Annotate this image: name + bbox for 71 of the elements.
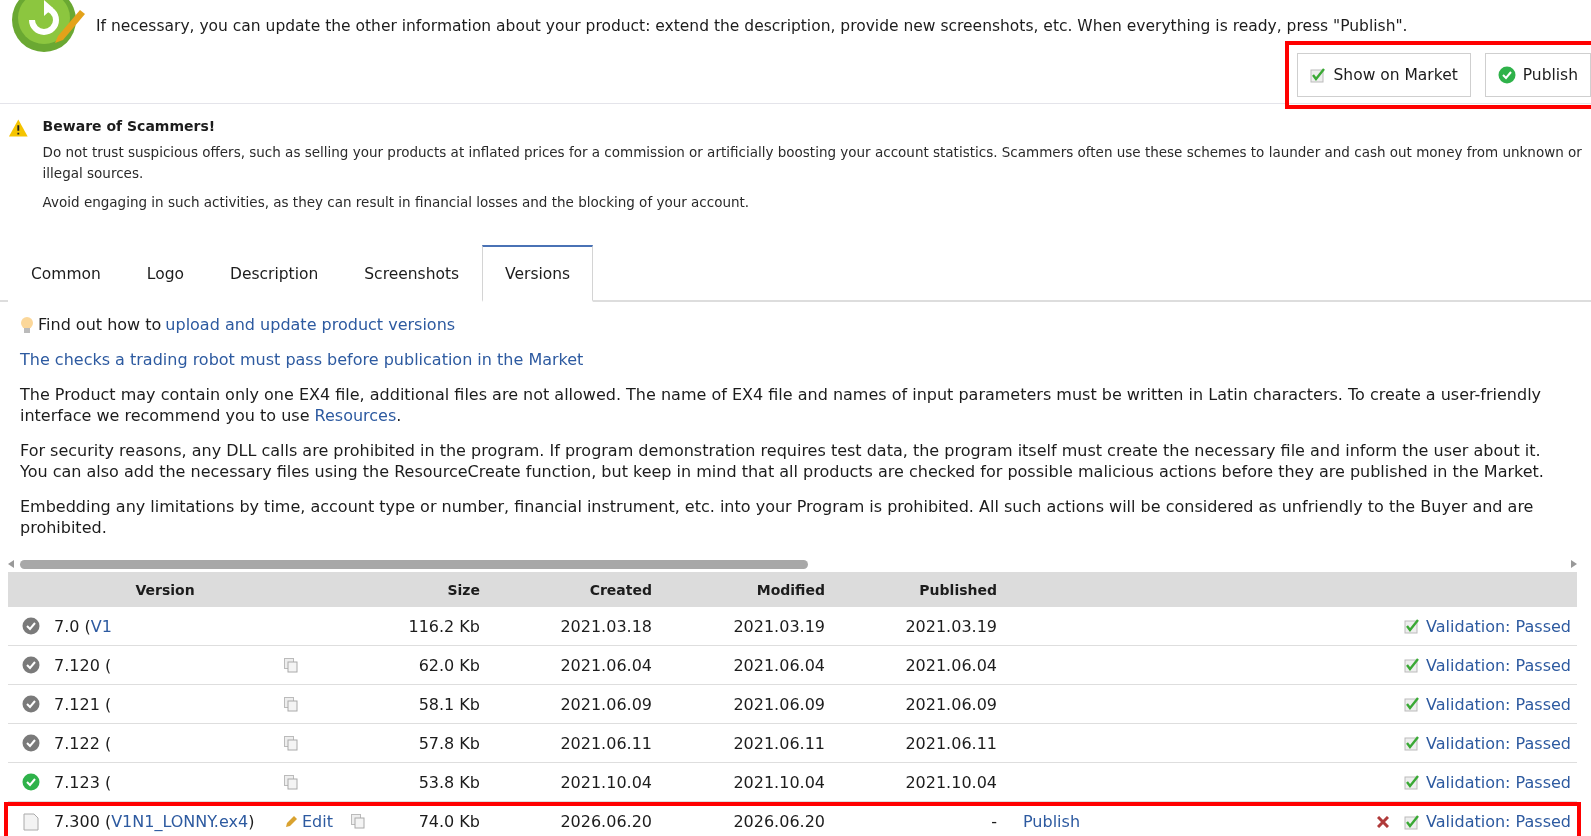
versions-help-link[interactable]: upload and update product versions — [165, 314, 456, 335]
file-link[interactable]: V1 — [90, 616, 112, 636]
modified-date: 2021.10.04 — [733, 772, 825, 792]
size-text: 74.0 Kb — [418, 812, 480, 831]
edit-link[interactable]: Edit — [302, 812, 333, 831]
published-date: 2021.06.04 — [905, 655, 997, 675]
modified-date: 2021.06.09 — [733, 694, 825, 714]
intro-text: If necessary, you can update the other information about your product: extend the description, provide new screenshots, etc. When everything is ready, press "Publish". — [96, 17, 1409, 35]
warning-text: Do not trust suspicious offers, such as selling your products at inflated prices for a commission or artificially boosting your account statistics. Scammers often use these schemes to launder and cash out money from unknown or illegal sources. — [42, 143, 1583, 183]
column-header: Published — [919, 581, 997, 598]
copy-icon[interactable] — [284, 735, 298, 751]
created-date: 2021.06.11 — [560, 733, 652, 753]
copy-icon[interactable] — [284, 774, 298, 790]
size-text: 62.0 Kb — [418, 655, 480, 675]
published-date: 2021.06.09 — [905, 694, 997, 714]
column-header: Modified — [756, 581, 825, 598]
validation-link[interactable]: Validation: Passed — [1426, 694, 1571, 714]
rules-paragraph: Embedding any limitations by time, account type or number, financial instrument, etc. into your Program is prohibited. All such actions will be considered as unfriendly to the Buyer and are prohibited. — [20, 496, 1535, 538]
copy-icon[interactable] — [284, 657, 298, 673]
copy-icon[interactable] — [284, 696, 298, 712]
validation-link[interactable]: Validation: Passed — [1426, 733, 1571, 753]
created-date: 2021.06.04 — [560, 655, 652, 675]
rules-paragraph: The Product may contain only one EX4 file, additional files are not allowed. The name of EX4 file and names of input parameters must be written in Latin characters. To create a user-friendly interface we recommend you to use Resources. — [20, 384, 1543, 426]
modified-date: 2026.06.20 — [733, 812, 825, 831]
version-text: 7.120 ( — [54, 655, 112, 675]
validation-link[interactable]: Validation: Passed — [1426, 655, 1571, 675]
validation-link[interactable]: Validation: Passed — [1426, 812, 1571, 831]
rules-paragraph: For security reasons, any DLL calls are prohibited in the program. If program demonstration requires test data, the program itself must create the necessary file and inform the user about it. You can also add the necessary files using the ResourceCreate function, but keep in mind that all products are checked for possible malicious actions before they are published in the Market. — [20, 440, 1545, 482]
tab[interactable]: Versions — [482, 245, 594, 302]
size-text: 58.1 Kb — [418, 694, 480, 714]
published-date: - — [991, 812, 997, 831]
created-date: 2021.03.18 — [560, 616, 652, 636]
version-text: 7.300 (V1N1_LONNY.ex4) — [54, 812, 255, 831]
show-on-market-button[interactable]: Show on Market — [1297, 53, 1471, 97]
pencil-icon — [284, 814, 298, 829]
version-text: 7.0 (V1 — [54, 616, 112, 636]
delete-icon[interactable] — [1377, 815, 1389, 828]
size-text: 53.8 Kb — [418, 772, 480, 792]
publish-button[interactable]: Publish — [1484, 53, 1591, 97]
warning-title: Beware of Scammers! — [42, 118, 217, 134]
published-date: 2021.06.11 — [905, 733, 997, 753]
check-circle-icon — [1497, 66, 1516, 84]
lightbulb-icon — [20, 315, 34, 334]
warning-icon — [8, 118, 29, 138]
validation-link[interactable]: Validation: Passed — [1426, 772, 1571, 792]
size-text: 57.8 Kb — [418, 733, 480, 753]
version-text: 7.121 ( — [54, 694, 112, 714]
file-link[interactable]: V1N1_LONNY.ex4 — [111, 812, 249, 831]
column-header: Size — [447, 581, 480, 598]
modified-date: 2021.06.04 — [733, 655, 825, 675]
modified-date: 2021.03.19 — [733, 616, 825, 636]
version-text: 7.122 ( — [54, 733, 112, 753]
validation-link[interactable]: Validation: Passed — [1426, 616, 1571, 636]
created-date: 2026.06.20 — [560, 812, 652, 831]
published-date: 2021.10.04 — [905, 772, 997, 792]
size-text: 116.2 Kb — [408, 616, 480, 636]
scroll-right-icon[interactable] — [1571, 560, 1577, 568]
resources-link[interactable]: Resources — [314, 406, 397, 425]
version-text: 7.123 ( — [54, 772, 112, 792]
copy-icon[interactable] — [351, 814, 365, 829]
created-date: 2021.10.04 — [560, 772, 652, 792]
published-date: 2021.03.19 — [905, 616, 997, 636]
publish-link[interactable]: Publish — [1023, 812, 1081, 831]
tip-text: Find out how to — [38, 314, 162, 335]
scroll-left-icon[interactable] — [8, 560, 14, 568]
modified-date: 2021.06.11 — [733, 733, 825, 753]
created-date: 2021.06.09 — [560, 694, 652, 714]
checks-link[interactable]: The checks a trading robot must pass before publication in the Market — [20, 350, 584, 369]
column-header: Version — [135, 581, 195, 598]
column-header: Created — [589, 581, 652, 598]
warning-text: Avoid engaging in such activities, as they can result in financial losses and the blocking of your account. — [42, 193, 751, 212]
